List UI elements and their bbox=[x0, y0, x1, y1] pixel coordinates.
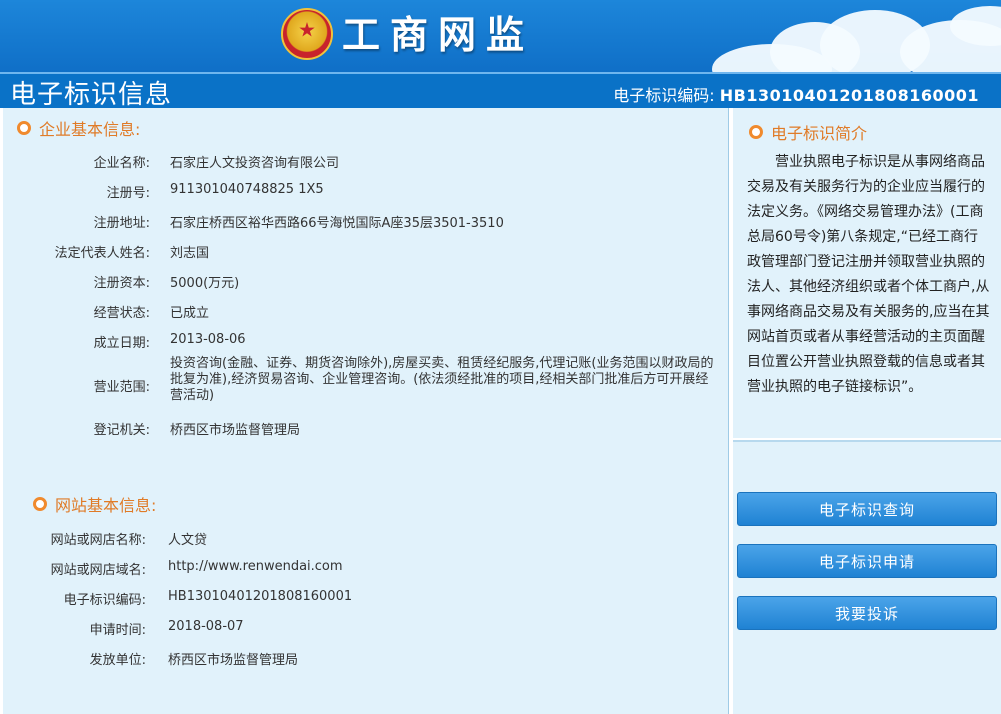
row-value: 5000(万元) bbox=[170, 276, 240, 291]
code-value: HB13010401201808160001 bbox=[719, 86, 979, 105]
row-value: http://www.renwendai.com bbox=[168, 559, 343, 574]
complain-button[interactable]: 我要投诉 bbox=[737, 596, 997, 630]
row-label: 发放单位: bbox=[89, 653, 146, 668]
row-value: 石家庄桥西区裕华西路66号海悦国际A座35层3501-3510 bbox=[170, 216, 504, 231]
bullet-icon bbox=[33, 497, 47, 511]
row-value: HB13010401201808160001 bbox=[168, 589, 353, 604]
row-value: 桥西区市场监督管理局 bbox=[168, 653, 299, 668]
bullet-icon bbox=[17, 121, 31, 135]
row-label: 企业名称: bbox=[93, 156, 150, 171]
title-bar: 电子标识信息 电子标识编码: HB13010401201808160001 bbox=[0, 72, 1001, 110]
row-label: 登记机关: bbox=[93, 423, 150, 438]
row-label: 法定代表人姓名: bbox=[54, 246, 150, 261]
row-label: 注册地址: bbox=[93, 216, 150, 231]
row-value: 投资咨询(金融、证券、期货咨询除外),房屋买卖、租赁经纪服务,代理记账(业务范围… bbox=[170, 356, 714, 403]
row-label: 注册资本: bbox=[93, 276, 150, 291]
row-label: 经营状态: bbox=[93, 306, 150, 321]
enterprise-heading-text: 企业基本信息: bbox=[39, 120, 141, 139]
action-panel: 电子标识查询 电子标识申请 我要投诉 bbox=[733, 440, 1001, 714]
main-panel: 企业基本信息: 企业名称: 石家庄人文投资咨询有限公司 注册号: 9113010… bbox=[3, 108, 729, 714]
page-title: 电子标识信息 bbox=[10, 80, 173, 110]
row-value: 911301040748825 1X5 bbox=[170, 182, 324, 197]
row-label: 电子标识编码: bbox=[63, 593, 146, 608]
header-banner: 工商网监 bbox=[0, 0, 1001, 72]
website-heading-text: 网站基本信息: bbox=[55, 496, 157, 515]
row-label: 营业范围: bbox=[93, 380, 150, 395]
row-label: 注册号: bbox=[106, 186, 150, 201]
row-value: 已成立 bbox=[170, 306, 210, 321]
apply-button[interactable]: 电子标识申请 bbox=[737, 544, 997, 578]
row-value: 2018-08-07 bbox=[168, 619, 244, 634]
website-section-heading: 网站基本信息: bbox=[33, 492, 156, 516]
row-value: 石家庄人文投资咨询有限公司 bbox=[170, 156, 340, 171]
row-value: 刘志国 bbox=[170, 246, 210, 261]
row-label: 申请时间: bbox=[89, 623, 146, 638]
national-emblem-icon bbox=[281, 8, 333, 60]
row-value: 人文贷 bbox=[168, 533, 208, 548]
row-label: 网站或网店域名: bbox=[50, 563, 146, 578]
code-label: 电子标识编码: bbox=[613, 86, 715, 105]
intro-heading: 电子标识简介 bbox=[749, 120, 867, 144]
bullet-icon bbox=[749, 125, 763, 139]
banner-title: 工商网监 bbox=[342, 13, 535, 57]
row-value: 桥西区市场监督管理局 bbox=[170, 423, 301, 438]
query-button[interactable]: 电子标识查询 bbox=[737, 492, 997, 526]
row-label: 网站或网店名称: bbox=[50, 533, 146, 548]
intro-panel: 电子标识简介 营业执照电子标识是从事网络商品交易及有关服务行为的企业应当履行的法… bbox=[733, 108, 1001, 438]
intro-heading-text: 电子标识简介 bbox=[771, 124, 868, 143]
header-code: 电子标识编码: HB13010401201808160001 bbox=[613, 86, 979, 106]
row-value: 2013-08-06 bbox=[170, 332, 246, 347]
row-label: 成立日期: bbox=[93, 336, 150, 351]
enterprise-section-heading: 企业基本信息: bbox=[17, 116, 140, 140]
intro-text: 营业执照电子标识是从事网络商品交易及有关服务行为的企业应当履行的法定义务。《网络… bbox=[747, 154, 990, 395]
